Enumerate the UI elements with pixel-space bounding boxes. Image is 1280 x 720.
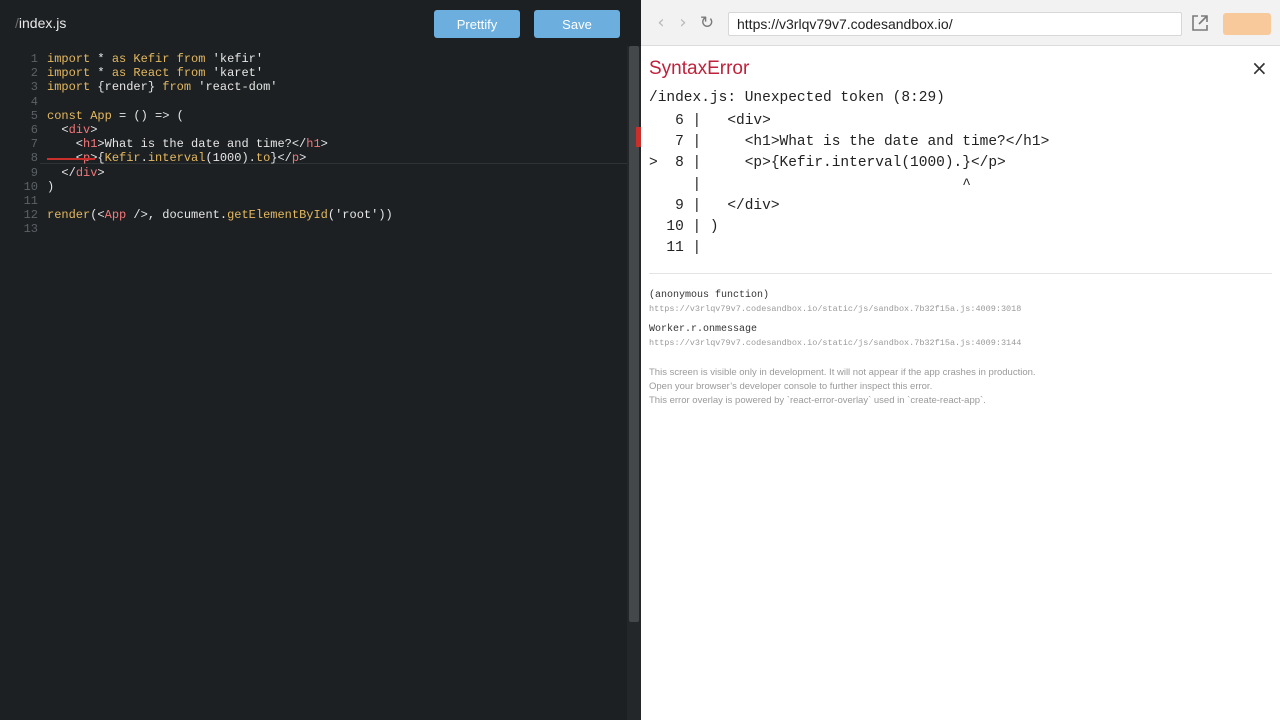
divider bbox=[649, 273, 1272, 274]
chevron-left-icon[interactable]: ‹ bbox=[652, 13, 670, 33]
code-line[interactable]: 10) bbox=[0, 180, 627, 194]
reload-icon[interactable]: ↻ bbox=[698, 13, 716, 33]
line-number: 11 bbox=[23, 194, 38, 208]
line-number: 7 bbox=[30, 137, 38, 152]
editor-header: /index.js Prettify Save bbox=[0, 0, 641, 46]
toggle-switch[interactable] bbox=[1223, 13, 1271, 35]
line-source: <div> bbox=[47, 123, 98, 137]
error-message: /index.js: Unexpected token (8:29) bbox=[649, 90, 945, 106]
code-frame: 6 | <div> 7 | <h1>What is the date and t… bbox=[649, 111, 1049, 259]
stack-function: Worker.r.onmessage bbox=[649, 324, 758, 335]
code-frame-line: 10 | ) bbox=[649, 218, 719, 235]
code-line[interactable]: 7 <h1>What is the date and time?</h1> bbox=[0, 137, 627, 151]
code-line[interactable]: 2 import * as React from 'karet' bbox=[0, 66, 627, 80]
line-source: <h1>What is the date and time?</h1> bbox=[47, 137, 328, 152]
code-line[interactable]: 13 bbox=[0, 222, 627, 236]
code-line[interactable]: 6 <div> bbox=[0, 123, 627, 137]
overlay-note: This screen is visible only in developme… bbox=[649, 367, 1036, 378]
code-line[interactable]: 3 import {render} from 'react-dom' bbox=[0, 80, 627, 94]
code-line[interactable]: 9 </div> bbox=[0, 166, 627, 180]
prettify-button[interactable]: Prettify bbox=[434, 10, 520, 38]
line-number: 13 bbox=[23, 222, 38, 237]
error-title: SyntaxError bbox=[649, 58, 750, 79]
code-frame-line: 6 | <div> bbox=[649, 113, 771, 129]
error-underline bbox=[47, 158, 95, 160]
line-number: 9 bbox=[30, 165, 38, 180]
browser-toolbar: ‹ › ↻ https://v3rlqv79v7.codesandbox.io/ bbox=[641, 0, 1280, 46]
line-number: 6 bbox=[30, 123, 38, 137]
stack-location[interactable]: https://v3rlqv79v7.codesandbox.io/static… bbox=[649, 303, 1021, 315]
stack-trace: (anonymous function) https://v3rlqv79v7.c… bbox=[649, 289, 1021, 357]
url-bar[interactable]: https://v3rlqv79v7.codesandbox.io/ bbox=[728, 12, 1182, 36]
code-line[interactable]: 12 render(<App />, document.getElementByI… bbox=[0, 208, 627, 222]
code-frame-line: 9 | </div> bbox=[649, 197, 780, 214]
stack-location[interactable]: https://v3rlqv79v7.codesandbox.io/static… bbox=[649, 337, 1021, 349]
overlay-notes: This screen is visible only in developme… bbox=[649, 366, 1036, 408]
code-area[interactable]: 1 import * as Kefir from 'kefir' 2 import *… bbox=[0, 46, 627, 720]
save-button[interactable]: Save bbox=[534, 10, 620, 38]
code-line[interactable]: 1 import * as Kefir from 'kefir' bbox=[0, 52, 627, 66]
line-number: 5 bbox=[30, 108, 38, 123]
line-number: 2 bbox=[30, 66, 38, 81]
stack-function: (anonymous function) bbox=[649, 290, 770, 301]
code-frame-line: 11 | bbox=[649, 240, 702, 257]
line-source: import * as Kefir from 'kefir' bbox=[47, 52, 264, 66]
code-frame-line: | ^ bbox=[649, 176, 971, 193]
chevron-right-icon[interactable]: › bbox=[674, 13, 692, 33]
line-number: 1 bbox=[30, 52, 38, 66]
preview-browser: ‹ › ↻ https://v3rlqv79v7.codesandbox.io/… bbox=[641, 0, 1280, 720]
line-number: 12 bbox=[23, 208, 38, 223]
line-number: 10 bbox=[23, 179, 38, 194]
line-number: 4 bbox=[30, 94, 38, 109]
code-frame-line: > 8 | <p>{Kefir.interval(1000).}</p> bbox=[649, 155, 1006, 172]
code-line[interactable]: 11 bbox=[0, 194, 627, 208]
line-source: const App = () => ( bbox=[47, 108, 184, 123]
line-number: 8 bbox=[30, 151, 38, 166]
close-icon[interactable]: × bbox=[1251, 56, 1268, 80]
line-source: import * as React from 'karet' bbox=[47, 66, 264, 81]
line-source: ) bbox=[47, 179, 55, 194]
code-frame-line: 7 | <h1>What is the date and time?</h1> bbox=[649, 134, 1050, 151]
line-number: 3 bbox=[30, 80, 38, 95]
file-title: /index.js bbox=[15, 15, 66, 31]
code-editor-pane: /index.js Prettify Save 1 import * as Kef… bbox=[0, 0, 641, 720]
line-source: </div> bbox=[47, 165, 105, 180]
code-line[interactable]: 5 const App = () => ( bbox=[0, 109, 627, 123]
open-external-icon[interactable] bbox=[1191, 14, 1209, 32]
line-source: import {render} from 'react-dom' bbox=[47, 80, 278, 95]
line-source: render(<App />, document.getElementById(… bbox=[47, 208, 393, 223]
file-name: index.js bbox=[18, 15, 67, 31]
error-overlay: SyntaxError × /index.js: Unexpected toke… bbox=[641, 46, 1280, 720]
code-line[interactable]: 4 bbox=[0, 95, 627, 109]
overlay-note: Open your browser’s developer console to… bbox=[649, 381, 933, 392]
overlay-note: This error overlay is powered by `react-… bbox=[649, 395, 986, 406]
